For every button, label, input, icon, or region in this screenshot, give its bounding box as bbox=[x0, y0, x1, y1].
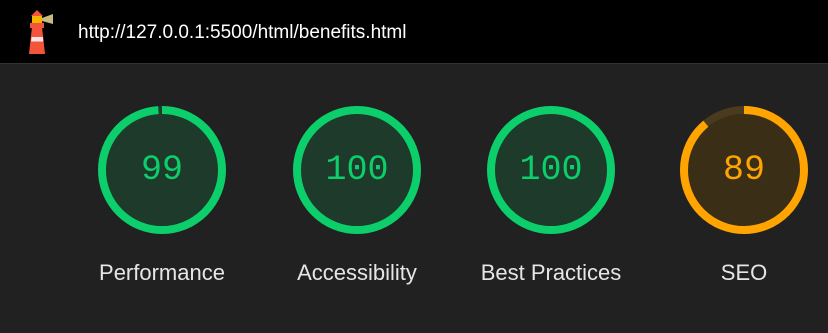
performance-gauge[interactable]: 99 bbox=[96, 104, 228, 236]
report-header: http://127.0.0.1:5500/html/benefits.html bbox=[0, 0, 828, 64]
lighthouse-icon bbox=[29, 10, 53, 54]
accessibility-score: 100 bbox=[325, 150, 389, 190]
accessibility-gauge[interactable]: 100 bbox=[291, 104, 423, 236]
accessibility-label: Accessibility bbox=[297, 260, 417, 285]
best-practices-score: 100 bbox=[519, 150, 583, 190]
seo-gauge[interactable]: 89 bbox=[678, 104, 810, 236]
seo-score: 89 bbox=[722, 150, 765, 190]
performance-label: Performance bbox=[99, 260, 225, 285]
page-url[interactable]: http://127.0.0.1:5500/html/benefits.html bbox=[78, 22, 406, 44]
best-practices-gauge[interactable]: 100 bbox=[485, 104, 617, 236]
performance-score: 99 bbox=[140, 150, 183, 190]
best-practices-label: Best Practices bbox=[480, 260, 622, 285]
seo-label: SEO bbox=[720, 260, 768, 285]
